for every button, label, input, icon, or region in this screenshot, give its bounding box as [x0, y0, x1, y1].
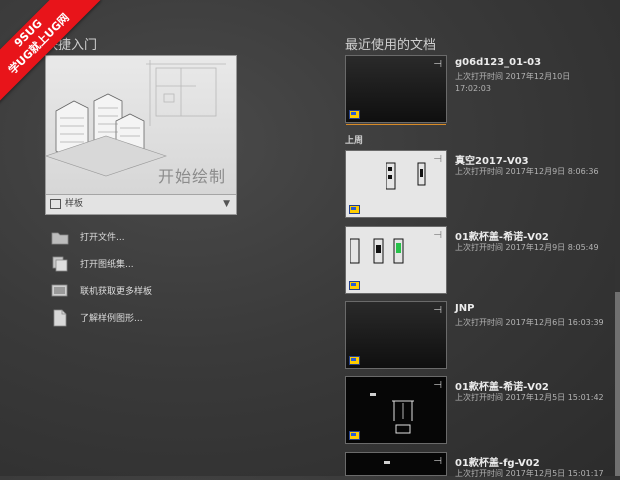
doc-last-opened: 上次打开时间 2017年12月5日 15:01:42	[455, 393, 604, 402]
doc-last-opened: 上次打开时间 2017年12月6日 16:03:39	[455, 318, 604, 327]
pin-icon[interactable]: ⊣	[433, 456, 442, 467]
open-file-label: 打开文件...	[80, 233, 125, 243]
recent-docs-scrollbar[interactable]	[615, 60, 620, 476]
doc-name[interactable]: g06d123_01-03	[455, 57, 541, 68]
doc-last-opened: 上次打开时间 2017年12月9日 8:05:49	[455, 243, 599, 252]
doc-last-opened: 上次打开时间 2017年12月9日 8:06:36	[455, 167, 599, 176]
doc-thumbnail[interactable]: ⊣	[345, 55, 447, 123]
pin-icon[interactable]: ⊣	[433, 305, 442, 316]
selection-underline	[346, 124, 446, 125]
drawing-preview	[386, 162, 426, 190]
doc-name[interactable]: 01款杯盖-希诺-V02	[455, 378, 549, 393]
doc-name[interactable]: 01款杯盖-fg-V02	[455, 454, 540, 469]
pin-icon[interactable]: ⊣	[433, 230, 442, 241]
template-label: 样板	[65, 199, 84, 209]
recent-docs-title: 最近使用的文档	[345, 38, 437, 53]
doc-thumbnail[interactable]: ⊣	[345, 452, 447, 476]
chevron-down-icon: ▼	[223, 199, 230, 209]
dwg-file-icon	[349, 356, 360, 365]
dwg-file-icon	[349, 110, 360, 119]
drawing-preview	[370, 393, 414, 434]
template-dropdown[interactable]: 样板 ▼	[46, 194, 236, 214]
open-file-action[interactable]: 打开文件...	[50, 227, 230, 247]
group-last-week: 上周	[345, 136, 364, 146]
doc-last-opened: 上次打开时间 2017年12月10日 17:02:03	[455, 72, 571, 93]
doc-name[interactable]: 真空2017-V03	[455, 152, 529, 167]
drawing-preview	[384, 461, 390, 464]
doc-name[interactable]: JNP	[455, 303, 474, 314]
dwg-file-icon	[349, 205, 360, 214]
online-templates-icon	[51, 284, 68, 297]
pin-icon[interactable]: ⊣	[433, 59, 442, 70]
template-icon	[50, 199, 61, 209]
sample-drawings-action[interactable]: 了解样例图形...	[50, 308, 230, 328]
doc-thumbnail[interactable]: ⊣	[345, 301, 447, 369]
doc-thumbnail[interactable]: ⊣	[345, 376, 447, 444]
start-drawing-label: 开始绘制	[157, 167, 226, 186]
doc-thumbnail[interactable]: ⊣	[345, 226, 447, 294]
online-templates-label: 联机获取更多样板	[80, 287, 153, 297]
doc-name[interactable]: 01款杯盖-希诺-V02	[455, 228, 549, 243]
scrollbar-thumb[interactable]	[615, 292, 620, 476]
start-drawing-card[interactable]: 开始绘制 样板 ▼	[45, 55, 237, 215]
doc-last-opened: 上次打开时间 2017年12月5日 15:01:17	[455, 469, 604, 478]
open-sheet-set-action[interactable]: 打开图纸集...	[50, 254, 230, 274]
doc-thumbnail[interactable]: ⊣	[345, 150, 447, 218]
dwg-file-icon	[349, 431, 360, 440]
pin-icon[interactable]: ⊣	[433, 380, 442, 391]
folder-icon	[51, 232, 69, 245]
sample-drawings-icon	[53, 309, 67, 327]
open-sheet-set-label: 打开图纸集...	[80, 260, 134, 270]
dwg-file-icon	[349, 281, 360, 290]
drawing-preview	[350, 238, 404, 264]
sheet-set-icon	[52, 256, 68, 272]
sample-drawings-label: 了解样例图形...	[80, 314, 143, 324]
online-templates-action[interactable]: 联机获取更多样板	[50, 281, 230, 301]
